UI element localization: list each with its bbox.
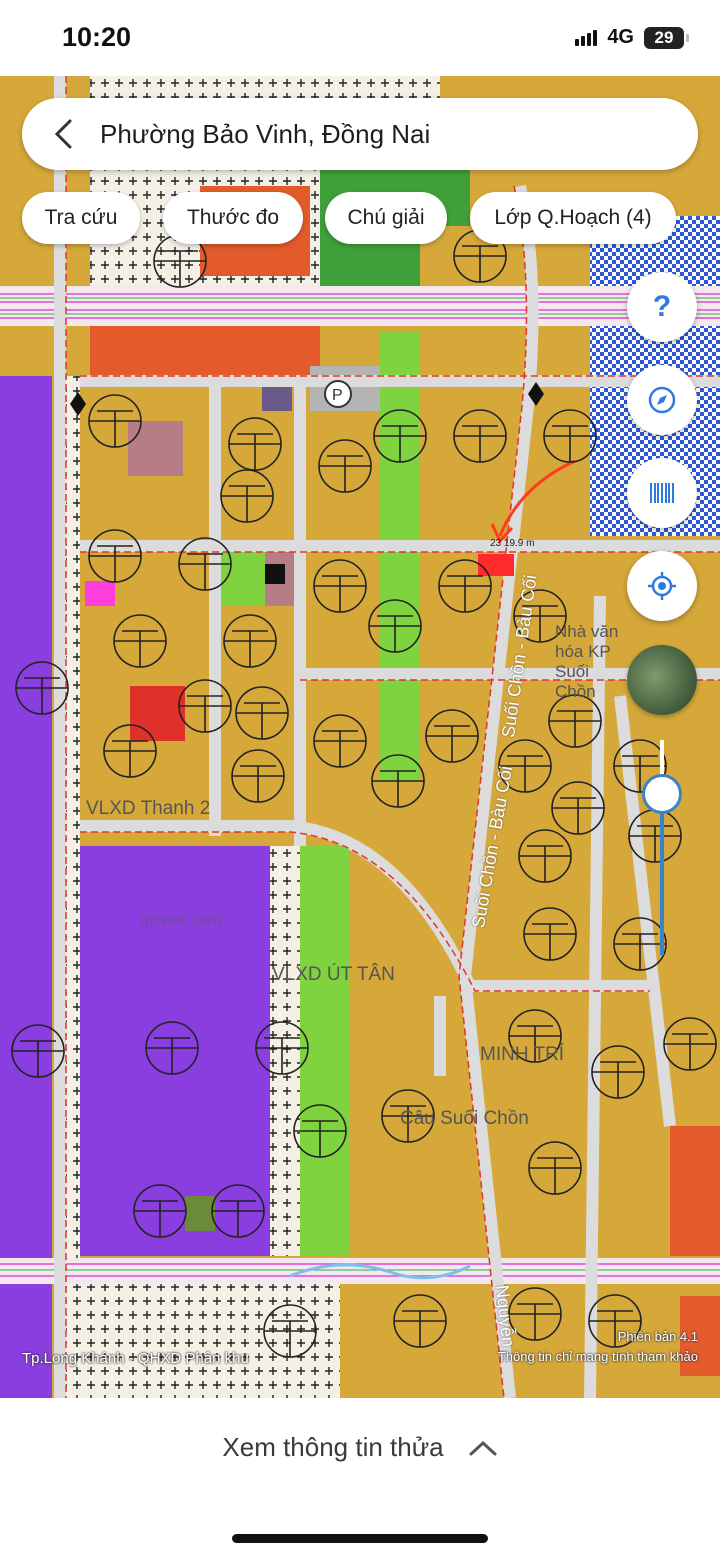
question-icon: ? (652, 290, 672, 323)
location-target-icon (648, 572, 676, 600)
locate-button[interactable] (627, 551, 697, 621)
network-type: 4G (607, 26, 634, 48)
special-plot (262, 386, 292, 411)
education-zone (0, 376, 52, 1398)
chip-thuoc-do[interactable]: Thước đo (163, 192, 303, 244)
road-corridor (0, 286, 720, 326)
chevron-up-icon (469, 1440, 497, 1455)
special-plot (265, 564, 285, 584)
version-caption: Phiên bản 4.1 Thông tin chỉ mang tính th… (498, 1327, 698, 1367)
special-plot (128, 421, 183, 476)
version-label: Phiên bản 4.1 (617, 1329, 698, 1344)
measure-marker (478, 554, 514, 576)
special-plot (185, 1196, 215, 1231)
satellite-layer-toggle[interactable] (627, 645, 697, 715)
view-parcel-info-label: Xem thông tin thửa (222, 1432, 444, 1462)
chevron-left-icon (54, 119, 72, 149)
compass-icon (648, 386, 676, 414)
battery-level: 29 (654, 27, 674, 47)
map-canvas[interactable]: P (0, 76, 720, 1398)
location-search-bar[interactable]: Phường Bảo Vinh, Đồng Nai (22, 98, 698, 170)
back-button[interactable] (34, 98, 94, 170)
view-parcel-info-button[interactable]: Xem thông tin thửa (0, 1432, 720, 1463)
chip-lop-quy-hoach[interactable]: Lớp Q.Hoạch (4) (470, 192, 676, 244)
commercial-zone (670, 1126, 720, 1256)
help-button[interactable]: ? (627, 272, 697, 342)
zoom-slider-handle[interactable] (642, 774, 682, 814)
disclaimer-label: Thông tin chỉ mang tính tham khảo (497, 1349, 698, 1364)
poi-label[interactable]: MINH TRÍ (480, 1044, 564, 1066)
watermark: qhviet.com (140, 910, 223, 929)
poi-label[interactable]: VLXD ÚT TÂN (272, 964, 395, 986)
measure-label: 23 19.9 m (490, 538, 535, 549)
commercial-zone (90, 326, 320, 381)
signal-icon (575, 29, 598, 46)
public-land (270, 846, 300, 1256)
status-bar: 10:20 4G 29 (0, 0, 720, 76)
public-land (60, 1276, 340, 1398)
poi-label[interactable]: Nhà văn hóa KP Suối Chồn (555, 622, 625, 702)
location-title: Phường Bảo Vinh, Đồng Nai (100, 118, 431, 149)
battery-icon: 29 (644, 26, 689, 49)
special-plot (85, 581, 115, 606)
planning-map[interactable]: P 23 19.9 m Suối Chồn - Bàu Cối Suối Chồ… (0, 76, 720, 1398)
special-plot (130, 686, 185, 741)
compass-button[interactable] (627, 365, 697, 435)
poi-label[interactable]: VLXD Thanh 2 (86, 798, 210, 820)
barcode-icon (650, 483, 674, 503)
green-strip (380, 331, 420, 781)
svg-text:P: P (332, 387, 343, 404)
barcode-button[interactable] (627, 458, 697, 528)
poi-label[interactable]: Câu Suối Chồn (400, 1108, 529, 1130)
home-indicator (232, 1534, 488, 1543)
chip-chu-giai[interactable]: Chú giải (325, 192, 447, 244)
chip-tra-cuu[interactable]: Tra cứu (22, 192, 140, 244)
status-indicators: 4G 29 (575, 26, 689, 49)
bottom-sheet[interactable]: Xem thông tin thửa (0, 1398, 720, 1558)
road-corridor (0, 1258, 720, 1284)
map-source-caption: Tp.Long Khánh - QHXD Phân khu (22, 1350, 249, 1367)
status-time: 10:20 (62, 22, 132, 52)
